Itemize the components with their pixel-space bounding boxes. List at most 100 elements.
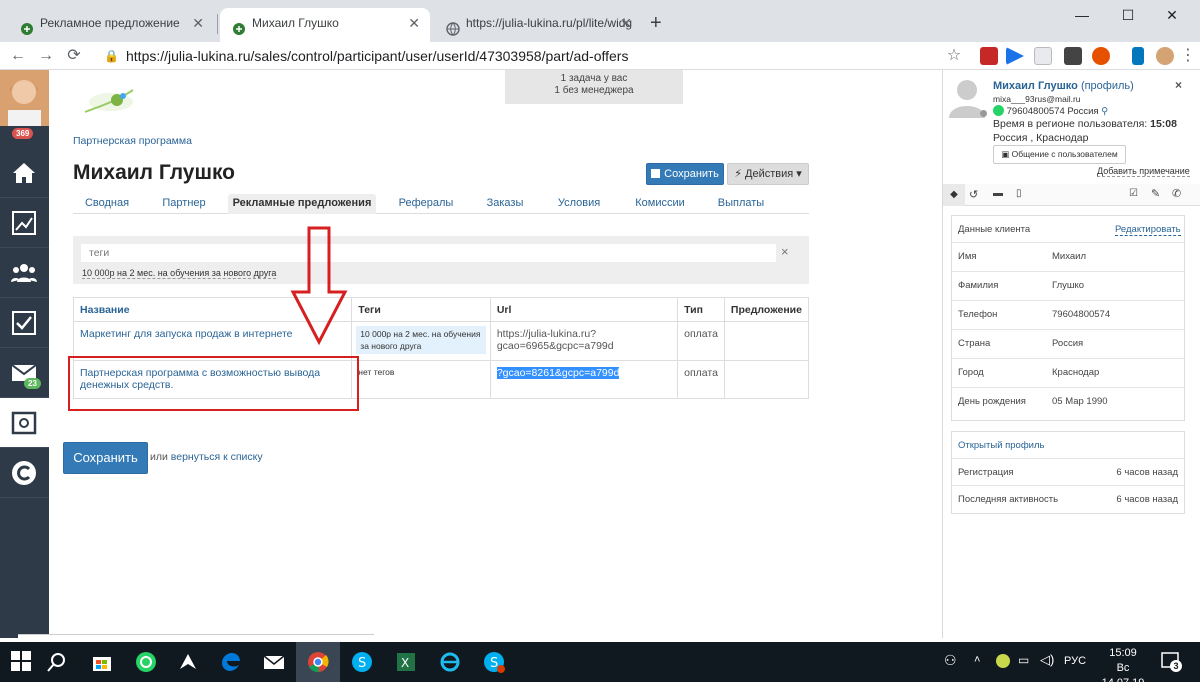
sidebar-item-chart[interactable] bbox=[0, 198, 49, 248]
mail-taskbar-button[interactable] bbox=[252, 642, 296, 682]
maximize-button[interactable]: ☐ bbox=[1108, 4, 1148, 26]
keyboard-extension-icon[interactable] bbox=[1132, 47, 1144, 65]
sidebar-item-tasks[interactable] bbox=[0, 298, 49, 348]
clear-filter-icon[interactable]: × bbox=[781, 244, 789, 259]
open-profile-link[interactable]: Открытый профиль bbox=[958, 440, 1044, 451]
tray-app-icon[interactable] bbox=[996, 654, 1010, 668]
offer-name-link[interactable]: Маркетинг для запуска продаж в интернете bbox=[80, 328, 293, 340]
task-icon[interactable]: ☑ bbox=[1129, 188, 1138, 199]
browser-tab[interactable]: Рекламное предложение ✕ bbox=[8, 8, 214, 42]
tab-ad-offers[interactable]: Рекламные предложения bbox=[228, 194, 376, 214]
task-summary-box[interactable]: 1 задача у вас 1 без менеджера bbox=[505, 70, 683, 104]
table-row: Маркетинг для запуска продаж в интернете… bbox=[72, 321, 810, 361]
action-center-button[interactable]: 3 bbox=[1160, 650, 1182, 672]
tab-referrals[interactable]: Рефералы bbox=[391, 194, 461, 214]
bell-icon[interactable]: ◆ bbox=[943, 184, 965, 206]
volume-icon[interactable]: ◁) bbox=[1040, 652, 1054, 668]
sidebar-item-getcourse[interactable] bbox=[0, 448, 49, 498]
breadcrumb[interactable]: Партнерская программа bbox=[73, 135, 192, 147]
sidebar-item-mail[interactable] bbox=[0, 348, 49, 398]
cart-icon[interactable]: ▬ bbox=[993, 188, 1003, 199]
add-note-link[interactable]: Добавить примечание bbox=[1097, 166, 1190, 177]
time-value: 15:08 bbox=[1150, 118, 1177, 130]
tab-commissions[interactable]: Комиссии bbox=[625, 194, 695, 214]
menu-dots-icon[interactable]: ⋮ bbox=[1176, 44, 1200, 68]
tab-partner[interactable]: Партнер bbox=[153, 194, 215, 214]
close-window-button[interactable]: ✕ bbox=[1152, 4, 1192, 26]
filter-tag-chip[interactable]: 10 000р на 2 мес. на обучения за нового … bbox=[82, 268, 277, 279]
minimize-button[interactable]: — bbox=[1062, 4, 1102, 26]
offer-tag[interactable]: 10 000р на 2 мес. на обучения за нового … bbox=[356, 326, 486, 354]
browser-tab-active[interactable]: Михаил Глушко ✕ bbox=[220, 8, 430, 42]
avatar[interactable] bbox=[0, 70, 49, 126]
actions-dropdown[interactable]: ⚡ Действия ▾ bbox=[727, 163, 809, 185]
close-panel-icon[interactable]: × bbox=[1175, 78, 1182, 92]
tag-filter-input[interactable] bbox=[81, 244, 776, 262]
forward-button[interactable]: → bbox=[34, 44, 58, 68]
skype-business-taskbar-button[interactable]: S bbox=[472, 642, 516, 682]
field-key: Фамилия bbox=[958, 280, 999, 291]
new-tab-button[interactable]: + bbox=[650, 12, 662, 35]
tab-orders[interactable]: Заказы bbox=[477, 194, 533, 214]
offer-type: оплата bbox=[677, 321, 725, 361]
sidebar-item-sales[interactable] bbox=[0, 398, 49, 448]
user-extension-icon[interactable] bbox=[1092, 47, 1110, 65]
field-value: Михаил bbox=[1052, 251, 1086, 262]
back-to-list-link[interactable]: вернуться к списку bbox=[171, 451, 263, 463]
chevron-up-icon[interactable]: ˄ bbox=[974, 654, 980, 666]
sidebar-item-home[interactable] bbox=[0, 148, 49, 198]
network-icon[interactable]: ▭ bbox=[1018, 653, 1029, 667]
whatsapp-taskbar-button[interactable] bbox=[124, 642, 168, 682]
edge-taskbar-button[interactable] bbox=[208, 642, 252, 682]
user-name-link[interactable]: Михаил Глушко bbox=[993, 80, 1078, 92]
internet-explorer-icon bbox=[440, 652, 460, 672]
whatsapp-icon[interactable] bbox=[993, 105, 1004, 116]
field-key: Телефон bbox=[958, 309, 998, 320]
search-phone-icon[interactable]: ⚲ bbox=[1101, 106, 1108, 117]
reload-button[interactable]: ⟳ bbox=[62, 44, 86, 68]
column-header-offer: Предложение bbox=[723, 297, 810, 322]
url-text: https://julia-lukina.ru/sales/control/pa… bbox=[126, 48, 629, 64]
chrome-taskbar-button[interactable] bbox=[296, 642, 340, 682]
close-tab-icon[interactable]: ✕ bbox=[408, 8, 420, 38]
notification-count: 3 bbox=[1170, 660, 1182, 672]
search-extension-icon[interactable] bbox=[1034, 47, 1052, 65]
history-icon[interactable]: ↺ bbox=[969, 188, 978, 201]
save-button-top[interactable]: Сохранить bbox=[646, 163, 724, 185]
close-tab-icon[interactable]: ✕ bbox=[620, 8, 632, 38]
bookmark-star-icon[interactable]: ☆ bbox=[942, 44, 966, 68]
edit-client-link[interactable]: Редактировать bbox=[1115, 224, 1181, 236]
skype-taskbar-button[interactable]: S bbox=[340, 642, 384, 682]
clock[interactable]: 15:09 Вс 14.07.19 bbox=[1098, 646, 1148, 691]
search-taskbar-button[interactable] bbox=[35, 642, 79, 682]
play-extension-icon[interactable] bbox=[1006, 47, 1024, 65]
column-header-name[interactable]: Название bbox=[80, 304, 130, 316]
adblock-extension-icon[interactable] bbox=[980, 47, 998, 65]
incognito-extension-icon[interactable] bbox=[1064, 47, 1082, 65]
tab-summary[interactable]: Сводная bbox=[73, 194, 141, 214]
excel-taskbar-button[interactable]: X bbox=[384, 642, 428, 682]
offer-url[interactable]: gcao=6965&gcpc=a799d bbox=[497, 340, 671, 352]
offer-url[interactable]: https://julia-lukina.ru? bbox=[497, 328, 671, 340]
sidebar-item-users[interactable] bbox=[0, 248, 49, 298]
language-indicator[interactable]: РУС bbox=[1064, 655, 1086, 667]
back-button[interactable]: ← bbox=[6, 44, 30, 68]
people-icon[interactable]: ⚇ bbox=[944, 652, 957, 669]
pencil-icon[interactable]: ✎ bbox=[1151, 187, 1160, 200]
mobile-icon[interactable]: ▯ bbox=[1016, 188, 1022, 199]
address-bar[interactable]: 🔒 https://julia-lukina.ru/sales/control/… bbox=[100, 44, 970, 68]
offer-url-selected[interactable]: ?gcao=8261&gcpc=a799d bbox=[496, 367, 620, 379]
phone-icon[interactable]: ✆ bbox=[1172, 187, 1181, 200]
tab-payouts[interactable]: Выплаты bbox=[707, 194, 775, 214]
tab-conditions[interactable]: Условия bbox=[547, 194, 611, 214]
browser-tab[interactable]: https://julia-lukina.ru/pl/lite/widg ✕ bbox=[434, 8, 642, 42]
app-taskbar-button[interactable] bbox=[166, 642, 210, 682]
save-button-bottom[interactable]: Сохранить bbox=[63, 442, 148, 474]
status-bar bbox=[18, 634, 374, 642]
profile-avatar-icon[interactable] bbox=[1156, 47, 1174, 65]
store-taskbar-button[interactable] bbox=[80, 642, 124, 682]
ie-taskbar-button[interactable] bbox=[428, 642, 472, 682]
close-tab-icon[interactable]: ✕ bbox=[192, 8, 204, 38]
profile-link[interactable]: (профиль) bbox=[1081, 80, 1134, 92]
chat-with-user-button[interactable]: ▣ Общение с пользователем bbox=[993, 145, 1126, 164]
